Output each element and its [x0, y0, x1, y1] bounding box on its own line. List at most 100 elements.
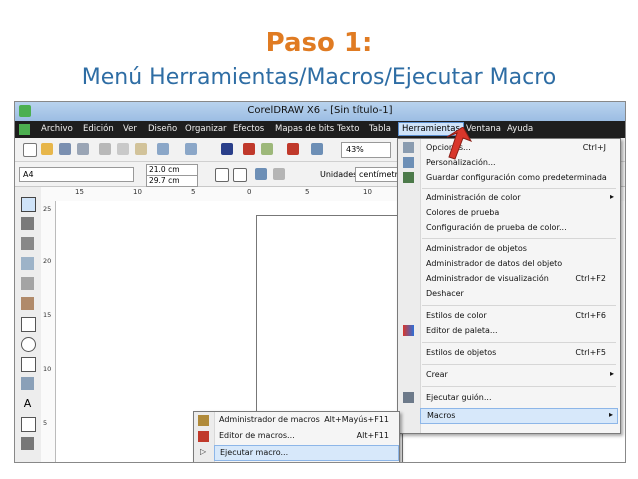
menu-item-label: Administrador de datos del objeto [426, 259, 563, 268]
menu-separator [422, 386, 616, 387]
menu-item-guardar-configuracion[interactable]: Guardar configuración como predeterminad… [420, 171, 618, 185]
slide-title: Paso 1: [265, 28, 373, 58]
menu-item-shortcut: Ctrl+F2 [575, 274, 606, 283]
search-content-icon[interactable] [221, 143, 233, 155]
menu-item-shortcut: Ctrl+J [582, 143, 606, 152]
zoom-level-select[interactable]: 43% [341, 142, 391, 158]
pick-tool-icon[interactable] [21, 197, 36, 212]
basic-shapes-tool-icon[interactable] [21, 377, 34, 390]
freehand-tool-icon[interactable] [21, 277, 34, 290]
ruler-label: 10 [363, 188, 372, 196]
submenu-arrow-icon: ▸ [609, 192, 614, 201]
menu-item-administrador-visualizacion[interactable]: Administrador de visualización Ctrl+F2 [420, 272, 618, 286]
current-page-icon[interactable] [273, 168, 285, 180]
menu-item-administrador-datos-objeto[interactable]: Administrador de datos del objeto [420, 257, 618, 271]
menu-item-deshacer[interactable]: Deshacer [420, 287, 618, 301]
menu-item-macros[interactable]: Macros ▸ [420, 408, 618, 424]
menu-separator [422, 364, 616, 365]
menu-efectos[interactable]: Efectos [233, 124, 264, 134]
menu-diseno[interactable]: Diseño [148, 124, 177, 134]
rectangle-tool-icon[interactable] [21, 317, 36, 332]
menu-item-ejecutar-guion[interactable]: Ejecutar guión... [420, 391, 618, 405]
polygon-tool-icon[interactable] [21, 357, 36, 372]
import-icon[interactable] [243, 143, 255, 155]
app-menu-icon[interactable] [19, 124, 30, 135]
menu-item-label: Deshacer [426, 289, 464, 298]
menu-ver[interactable]: Ver [123, 124, 137, 134]
menu-edicion[interactable]: Edición [83, 124, 114, 134]
crop-tool-icon[interactable] [21, 237, 34, 250]
ruler-label: 10 [133, 188, 142, 196]
menu-item-colores-prueba[interactable]: Colores de prueba [420, 206, 618, 220]
save-icon[interactable] [59, 143, 71, 155]
portrait-icon[interactable] [215, 168, 229, 182]
cut-icon[interactable] [99, 143, 111, 155]
menu-tabla[interactable]: Tabla [369, 124, 391, 134]
menu-item-shortcut: Ctrl+F6 [575, 311, 606, 320]
menu-item-label: Administrador de visualización [426, 274, 549, 283]
menu-item-label: Administración de color [426, 193, 521, 202]
menu-archivo[interactable]: Archivo [41, 124, 73, 134]
menu-item-estilos-color[interactable]: Estilos de color Ctrl+F6 [420, 309, 618, 323]
text-tool-icon[interactable]: A [21, 397, 34, 410]
menu-item-shortcut: Alt+Mayús+F11 [324, 415, 389, 424]
open-folder-icon[interactable] [41, 143, 53, 155]
welcome-screen-icon[interactable] [311, 143, 323, 155]
new-document-icon[interactable] [23, 143, 37, 157]
menu-item-administrador-macros[interactable]: Administrador de macros Alt+Mayús+F11 [214, 413, 399, 428]
table-tool-icon[interactable] [21, 417, 36, 432]
smart-fill-tool-icon[interactable] [21, 297, 34, 310]
export-icon[interactable] [261, 143, 273, 155]
menu-texto[interactable]: Texto [337, 124, 359, 134]
ruler-label: 0 [247, 188, 252, 196]
palette-editor-icon [403, 325, 414, 336]
page-height-field[interactable]: 29.7 cm [146, 175, 198, 187]
menu-item-editor-macros[interactable]: Editor de macros... Alt+F11 [214, 429, 399, 444]
redo-icon[interactable] [185, 143, 197, 155]
application-launcher-icon[interactable] [287, 143, 299, 155]
ruler-label: 5 [191, 188, 196, 196]
all-pages-icon[interactable] [255, 168, 267, 180]
menu-item-editor-paleta[interactable]: Editor de paleta... [420, 324, 618, 338]
herramientas-menu: Opciones... Ctrl+J Personalización... Gu… [397, 138, 621, 434]
coreldraw-window: CorelDRAW X6 - [Sin título-1] Archivo Ed… [14, 101, 626, 463]
customize-icon [403, 157, 414, 168]
menu-separator [422, 342, 616, 343]
menu-item-crear[interactable]: Crear ▸ [420, 368, 618, 382]
menu-item-administrador-objetos[interactable]: Administrador de objetos [420, 242, 618, 256]
ruler-label: 10 [43, 365, 52, 373]
menu-item-label: Crear [426, 370, 448, 379]
macros-submenu: Administrador de macros Alt+Mayús+F11 Ed… [193, 411, 400, 462]
menu-ayuda[interactable]: Ayuda [507, 124, 533, 134]
window-title: CorelDRAW X6 - [Sin título-1] [247, 105, 393, 116]
ellipse-tool-icon[interactable] [21, 337, 36, 352]
landscape-icon[interactable] [233, 168, 247, 182]
undo-icon[interactable] [157, 143, 169, 155]
copy-icon[interactable] [117, 143, 129, 155]
menu-bar: Archivo Edición Ver Diseño Organizar Efe… [15, 121, 625, 138]
menu-item-label: Colores de prueba [426, 208, 500, 217]
menu-item-shortcut: Alt+F11 [356, 431, 389, 440]
ruler-label: 20 [43, 257, 52, 265]
menu-item-label: Guardar configuración como predeterminad… [426, 173, 607, 182]
macro-editor-icon [198, 431, 209, 442]
menu-item-estilos-objetos[interactable]: Estilos de objetos Ctrl+F5 [420, 346, 618, 360]
shape-tool-icon[interactable] [21, 217, 34, 230]
menu-item-ejecutar-macro[interactable]: Ejecutar macro... [214, 445, 399, 461]
pointer-arrow-icon [446, 127, 473, 160]
paste-icon[interactable] [135, 143, 147, 155]
menu-separator [422, 238, 616, 239]
menu-item-configuracion-prueba-color[interactable]: Configuración de prueba de color... [420, 221, 618, 235]
page-size-select[interactable]: A4 [19, 167, 134, 182]
dimension-tool-icon[interactable] [21, 437, 34, 450]
menu-item-label: Macros [427, 411, 456, 420]
menu-item-administracion-color[interactable]: Administración de color ▸ [420, 191, 618, 205]
menu-mapas-de-bits[interactable]: Mapas de bits [275, 124, 334, 134]
menu-item-label: Configuración de prueba de color... [426, 223, 567, 232]
print-icon[interactable] [77, 143, 89, 155]
zoom-tool-icon[interactable] [21, 257, 34, 270]
menu-organizar[interactable]: Organizar [185, 124, 227, 134]
menu-item-label: Ejecutar guión... [426, 393, 492, 402]
menu-item-label: Administrador de macros [219, 415, 320, 424]
vertical-ruler: 25 20 15 10 5 [41, 201, 56, 462]
